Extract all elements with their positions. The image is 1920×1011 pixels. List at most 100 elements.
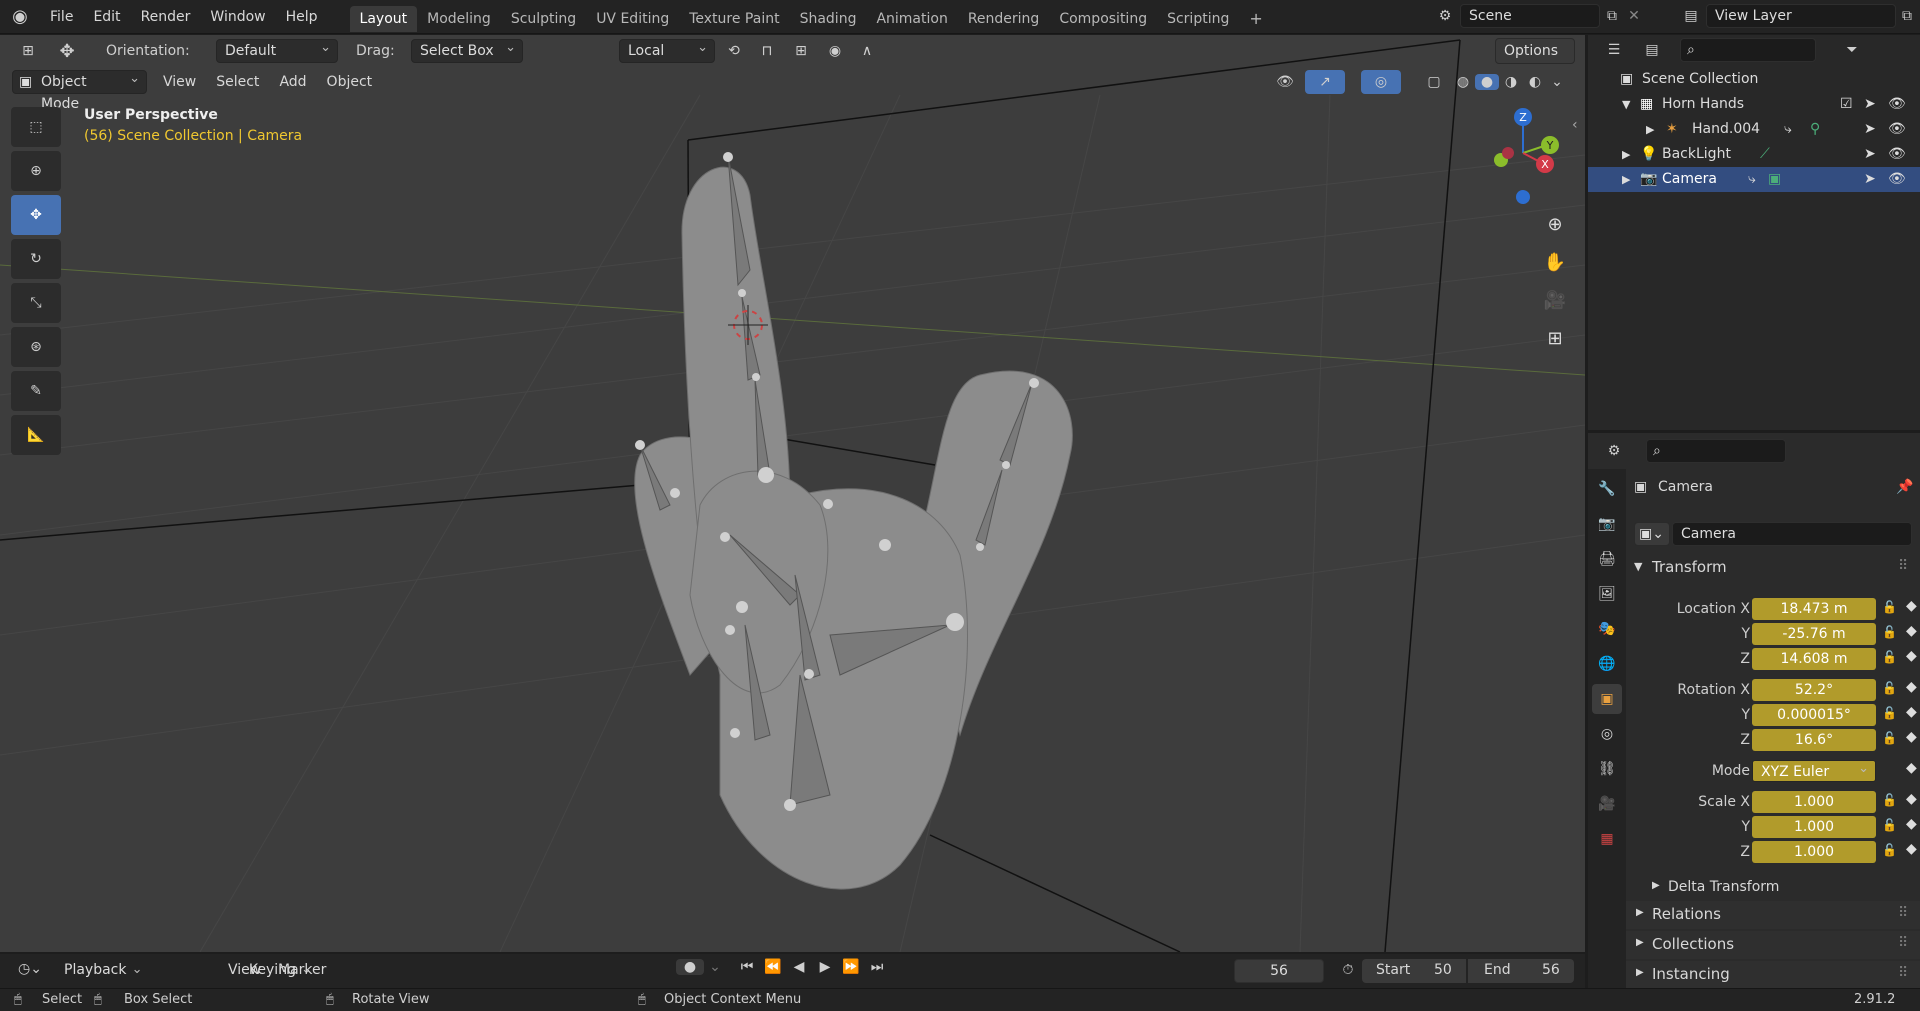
viewport-menu-view[interactable]: View — [153, 67, 206, 97]
relations-panel[interactable]: ▶ Relations ⠿ — [1626, 901, 1920, 929]
lock-icon[interactable]: 🔓 — [1882, 681, 1897, 695]
outliner-item-backlight[interactable]: ▶ 💡 BackLight ⟋ ➤ 👁 — [1588, 142, 1920, 167]
lock-icon[interactable]: 🔓 — [1882, 731, 1897, 745]
pan-hand-icon[interactable]: ✋ — [1538, 245, 1572, 279]
zoom-icon[interactable]: ⊕ — [1538, 207, 1572, 241]
falloff-icon[interactable]: ∧ — [849, 43, 885, 59]
annotate-tool-button[interactable]: ✎ — [11, 371, 61, 411]
rotate-tool-button[interactable]: ↻ — [11, 239, 61, 279]
measure-tool-button[interactable]: 📐 — [11, 415, 61, 455]
pivot-point-icon[interactable]: ⟲ — [715, 43, 753, 59]
render-tab-icon[interactable]: 📷 — [1592, 509, 1622, 539]
tab-animation[interactable]: Animation — [866, 6, 957, 32]
lock-icon[interactable]: 🔓 — [1882, 818, 1897, 832]
object-name-field[interactable]: Camera — [1672, 522, 1912, 546]
ortho-toggle-icon[interactable]: ⊞ — [1538, 321, 1572, 355]
end-frame-field[interactable]: End 56 — [1468, 959, 1574, 983]
tab-layout[interactable]: Layout — [349, 5, 418, 32]
viewport-menu-object[interactable]: Object — [317, 67, 383, 97]
location-z-field[interactable]: 14.608 m — [1752, 648, 1876, 670]
expand-arrow-icon[interactable]: ▼ — [1622, 92, 1630, 117]
lock-icon[interactable]: 🔓 — [1882, 843, 1897, 857]
visibility-eye-icon[interactable]: 👁 — [1888, 142, 1906, 167]
lock-icon[interactable]: 🔓 — [1882, 625, 1897, 639]
rotation-mode-dropdown[interactable]: XYZ Euler — [1752, 758, 1876, 782]
start-frame-field[interactable]: Start 50 — [1362, 959, 1466, 983]
rotation-z-field[interactable]: 16.6° — [1752, 729, 1876, 751]
gizmo-toggle-icon[interactable]: ↗ — [1305, 70, 1345, 94]
expand-arrow-icon[interactable]: ▶ — [1646, 117, 1654, 142]
filter-icon[interactable]: ⏷ — [1832, 42, 1872, 58]
selectable-arrow-icon[interactable]: ➤ — [1864, 142, 1876, 167]
transform-tool-icon[interactable]: ✥ — [48, 41, 86, 62]
expand-arrow-icon[interactable]: ▶ — [1622, 167, 1630, 192]
outliner-item-horn-hands[interactable]: ▼ ▦ Horn Hands ☑ ➤ 👁 — [1588, 92, 1920, 117]
menu-window[interactable]: Window — [200, 0, 275, 34]
overlay-toggle-icon[interactable]: ◎ — [1361, 70, 1401, 94]
menu-render[interactable]: Render — [131, 0, 201, 34]
current-frame-field[interactable]: 56 — [1234, 959, 1324, 983]
visibility-eye-icon[interactable]: 👁 — [1888, 167, 1906, 192]
instancing-panel[interactable]: ▶ Instancing ⠿ — [1626, 961, 1920, 988]
outliner-editor-icon[interactable]: ☰ — [1594, 42, 1634, 58]
blender-logo-icon[interactable]: ◉ — [0, 6, 40, 27]
properties-search[interactable]: ⌕ — [1646, 439, 1786, 463]
snap-target-icon[interactable]: ⊞ — [781, 43, 821, 59]
lock-icon[interactable]: 🔓 — [1882, 650, 1897, 664]
rotation-x-field[interactable]: 52.2° — [1752, 679, 1876, 701]
drag-handle-icon[interactable]: ⠿ — [1898, 905, 1908, 921]
selectable-arrow-icon[interactable]: ➤ — [1864, 117, 1876, 142]
mode-dropdown[interactable]: ▣ Object Mode — [12, 68, 147, 112]
scale-tool-button[interactable]: ⤡ — [11, 283, 61, 323]
rotation-y-field[interactable]: 0.000015° — [1752, 704, 1876, 726]
outliner-search[interactable]: ⌕ — [1680, 38, 1816, 62]
scale-y-field[interactable]: 1.000 — [1752, 816, 1876, 838]
tab-texture-paint[interactable]: Texture Paint — [679, 6, 789, 32]
tab-uv-editing[interactable]: UV Editing — [586, 6, 679, 32]
keyframe-icon[interactable]: ◆ — [1906, 704, 1917, 720]
3d-viewport[interactable]: ⊞ ✥ Orientation: Default Drag: Select Bo… — [0, 35, 1585, 952]
drag-handle-icon[interactable]: ⠿ — [1898, 965, 1908, 981]
play-reverse-icon[interactable]: ◀ — [786, 959, 812, 975]
texture-tab-icon[interactable]: ▦ — [1592, 824, 1622, 854]
menu-edit[interactable]: Edit — [83, 0, 130, 34]
snap-icon[interactable]: ⊓ — [753, 43, 781, 59]
scale-x-field[interactable]: 1.000 — [1752, 791, 1876, 813]
tab-sculpting[interactable]: Sculpting — [501, 6, 586, 32]
solid-shading-icon[interactable]: ● — [1475, 74, 1499, 90]
tab-modeling[interactable]: Modeling — [417, 6, 501, 32]
prev-keyframe-icon[interactable]: ⏪ — [760, 959, 786, 975]
keyframe-icon[interactable]: ◆ — [1906, 841, 1917, 857]
scene-tab-icon[interactable]: 🎭 — [1592, 614, 1622, 644]
output-tab-icon[interactable]: 🖨 — [1592, 544, 1622, 574]
drag-handle-icon[interactable]: ⠿ — [1898, 935, 1908, 951]
navigation-gizmo[interactable]: Z Y X — [1475, 105, 1585, 205]
object-tab-icon[interactable]: ▣ — [1592, 684, 1622, 714]
object-browse-icon[interactable]: ▣⌄ — [1634, 522, 1670, 546]
editor-type-icon[interactable]: ⊞ — [8, 43, 48, 59]
lock-icon[interactable]: 🔓 — [1882, 600, 1897, 614]
transform-space-dropdown[interactable]: Local — [619, 37, 715, 63]
timeline-editor-icon[interactable]: ◷⌄ — [12, 961, 48, 977]
scene-name-field[interactable]: Scene — [1460, 4, 1600, 28]
keyframe-icon[interactable]: ◆ — [1906, 760, 1917, 776]
visibility-icon[interactable]: 👁 — [1265, 74, 1305, 90]
outliner-item-camera[interactable]: ▶ 📷 Camera ⤷ ▣ ➤ 👁 — [1588, 167, 1920, 192]
keyframe-icon[interactable]: ◆ — [1906, 648, 1917, 664]
tab-rendering[interactable]: Rendering — [958, 6, 1050, 32]
outliner-item-hand[interactable]: ▶ ✶ Hand.004 ⤷ ⚲ ➤ 👁 — [1588, 117, 1920, 142]
sidebar-toggle-icon[interactable]: ‹ — [1572, 117, 1578, 133]
lock-icon[interactable]: 🔓 — [1882, 793, 1897, 807]
scene-icon[interactable]: ⚙ — [1430, 8, 1460, 24]
view-layer-icon[interactable]: ▤ — [1676, 8, 1706, 24]
lock-icon[interactable]: 🔓 — [1882, 706, 1897, 720]
hand-mesh[interactable] — [634, 166, 1073, 890]
timeline-menu-marker[interactable]: Marker — [278, 962, 326, 978]
location-x-field[interactable]: 18.473 m — [1752, 598, 1876, 620]
pin-icon[interactable]: 📌 — [1896, 479, 1913, 495]
keyframe-icon[interactable]: ◆ — [1906, 623, 1917, 639]
keyframe-icon[interactable]: ◆ — [1906, 816, 1917, 832]
new-scene-icon[interactable]: ⧉ — [1600, 8, 1624, 24]
collections-panel[interactable]: ▶ Collections ⠿ — [1626, 931, 1920, 959]
playback-menu[interactable]: Playback — [56, 962, 148, 978]
